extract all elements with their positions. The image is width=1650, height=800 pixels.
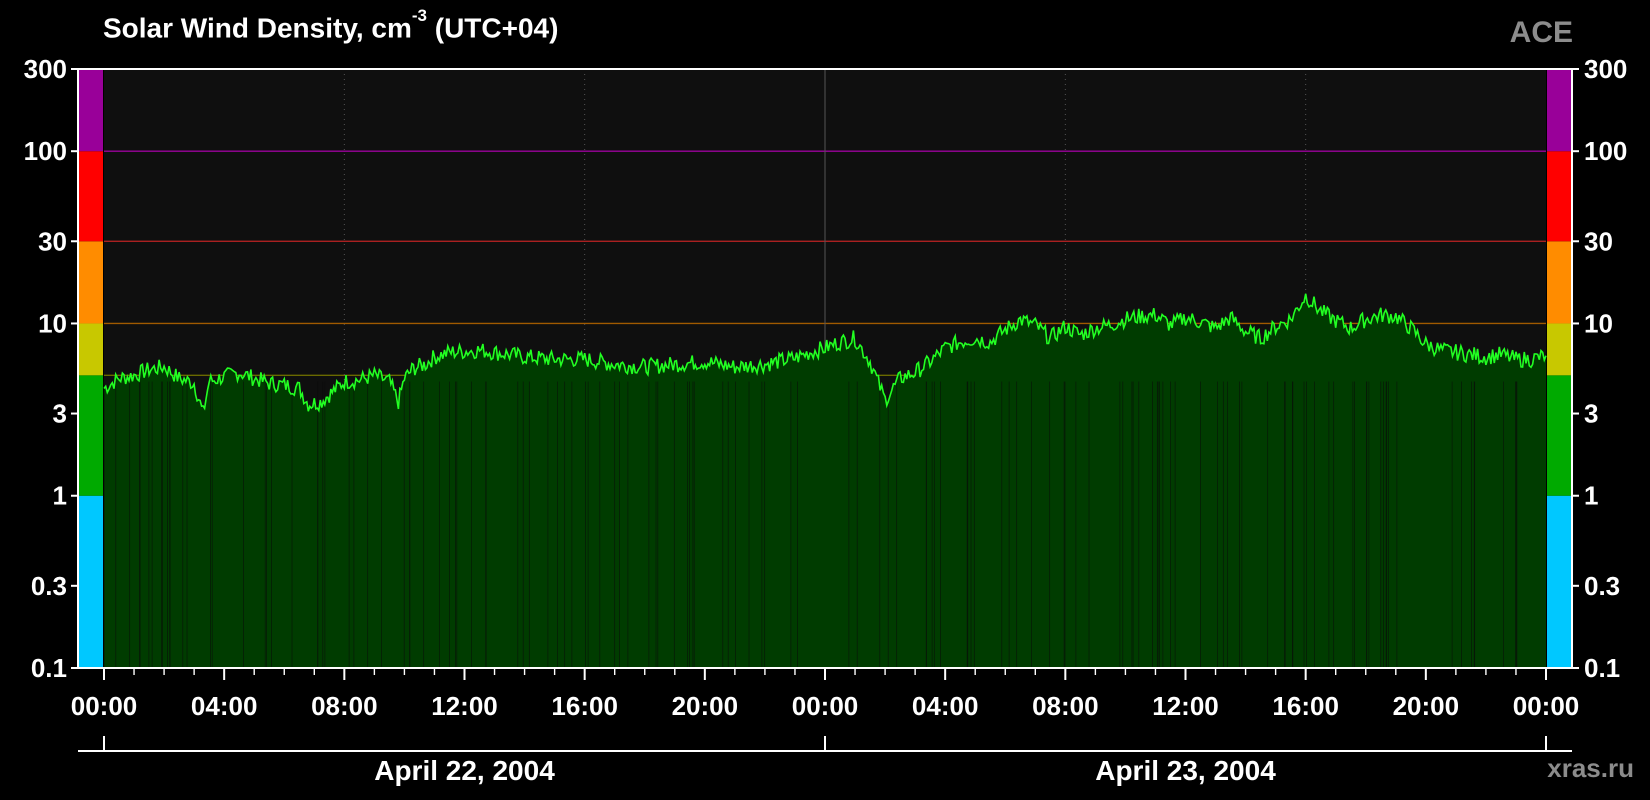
- y-tick-label-left: 3: [53, 399, 67, 429]
- x-tick-label: 00:00: [71, 691, 138, 721]
- scale-band-left: [78, 375, 103, 496]
- chart-title-superscript: -3: [411, 6, 427, 25]
- scale-band-right: [1547, 375, 1572, 496]
- y-tick-label-left: 0.1: [31, 653, 67, 683]
- y-tick-label-left: 30: [38, 226, 67, 256]
- y-tick-label-right: 0.3: [1584, 571, 1620, 601]
- scale-band-left: [78, 495, 103, 668]
- scale-band-left: [78, 69, 103, 152]
- y-tick-label-right: 10: [1584, 308, 1613, 338]
- y-tick-label-left: 300: [24, 54, 67, 84]
- x-tick-label: 12:00: [431, 691, 498, 721]
- scale-band-left: [78, 241, 103, 324]
- date-label: April 22, 2004: [374, 755, 555, 786]
- date-label: April 23, 2004: [1095, 755, 1276, 786]
- x-tick-label: 04:00: [191, 691, 258, 721]
- x-tick-label: 00:00: [792, 691, 859, 721]
- scale-band-right: [1547, 241, 1572, 324]
- chart-title-main: Solar Wind Density, cm: [103, 12, 412, 44]
- density-chart: 300 300100 10030 3010 103 31 10.3 0.30.1 0.100:0…: [24, 54, 1628, 786]
- y-tick-label-right: 3: [1584, 399, 1598, 429]
- x-tick-label: 08:00: [1032, 691, 1099, 721]
- x-tick-label: 16:00: [551, 691, 618, 721]
- x-tick-label: 20:00: [672, 691, 739, 721]
- y-tick-label-right: 1: [1584, 481, 1598, 511]
- scale-band-right: [1547, 495, 1572, 668]
- chart-title: Solar Wind Density, cm-3 (UTC+04): [103, 6, 559, 44]
- source-label: ACE: [1509, 16, 1573, 49]
- y-tick-label-left: 1: [53, 481, 67, 511]
- y-tick-label-right: 300: [1584, 54, 1627, 84]
- scale-band-left: [78, 151, 103, 242]
- chart-title-suffix: (UTC+04): [434, 12, 559, 44]
- x-tick-label: 08:00: [311, 691, 378, 721]
- scale-band-right: [1547, 323, 1572, 376]
- x-tick-label: 16:00: [1272, 691, 1339, 721]
- x-tick-label: 04:00: [912, 691, 979, 721]
- scale-band-left: [78, 323, 103, 376]
- y-tick-label-right: 0.1: [1584, 653, 1620, 683]
- scale-band-right: [1547, 151, 1572, 242]
- scale-band-right: [1547, 69, 1572, 152]
- x-tick-label: 12:00: [1152, 691, 1219, 721]
- y-tick-label-right: 30: [1584, 226, 1613, 256]
- y-tick-label-left: 10: [38, 308, 67, 338]
- credit-label: xras.ru: [1547, 753, 1634, 783]
- x-tick-label: 00:00: [1513, 691, 1580, 721]
- y-tick-label-left: 0.3: [31, 571, 67, 601]
- y-tick-label-left: 100: [24, 136, 67, 166]
- x-tick-label: 20:00: [1393, 691, 1460, 721]
- y-tick-label-right: 100: [1584, 136, 1627, 166]
